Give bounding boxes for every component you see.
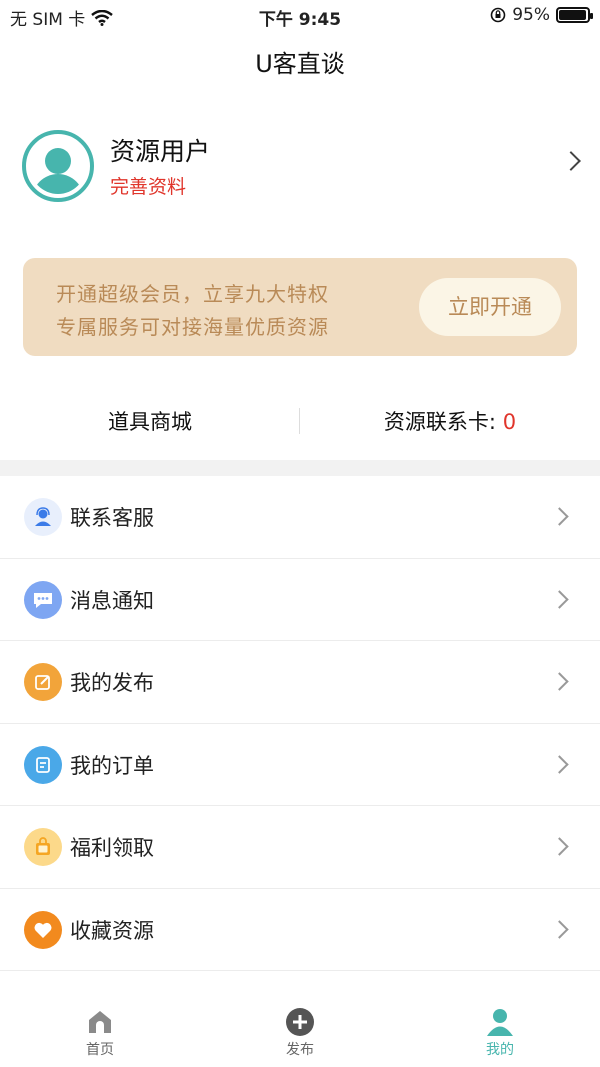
home-icon <box>89 1011 111 1033</box>
menu-item-my-orders[interactable]: 我的订单 <box>0 724 600 806</box>
chevron-right-icon <box>550 837 569 856</box>
section-gap <box>0 460 600 476</box>
battery-icon <box>556 7 593 23</box>
menu-item-label: 消息通知 <box>70 588 154 613</box>
tab-bar: 首页 发布 我的 <box>0 987 600 1067</box>
plus-icon <box>286 1008 314 1036</box>
tab-label: 我的 <box>486 1042 514 1058</box>
vip-banner[interactable]: 开通超级会员，立享九大特权 专属服务可对接海量优质资源 立即开通 <box>23 258 577 356</box>
vip-line-2: 专属服务可对接海量优质资源 <box>56 315 329 339</box>
profile-header[interactable]: 资源用户 完善资料 <box>22 128 582 204</box>
user-name: 资源用户 <box>110 137 211 166</box>
status-right: 95% <box>490 5 593 25</box>
vip-line-1: 开通超级会员，立享九大特权 <box>56 282 329 306</box>
status-bar: 无 SIM 卡 下午 9:45 95% <box>0 0 600 32</box>
chevron-right-icon <box>550 672 569 691</box>
menu-item-label: 我的发布 <box>70 671 154 695</box>
menu-list: 联系客服 消息通知 我的发布 我的订单 福利领取 收藏资源 <box>0 476 600 971</box>
chevron-right-icon <box>550 507 569 526</box>
profile-page: 无 SIM 卡 下午 9:45 95% U客直谈 资源用户 完善资料 开通超级会… <box>0 0 600 1067</box>
contact-card-count: 0 <box>502 410 517 434</box>
contact-card-link[interactable]: 资源联系卡: 0 <box>300 406 600 436</box>
tab-publish[interactable]: 发布 <box>200 1007 400 1059</box>
avatar-figure <box>30 138 86 194</box>
chevron-right-icon <box>550 754 569 774</box>
menu-item-my-posts[interactable]: 我的发布 <box>0 641 600 724</box>
tab-home[interactable]: 首页 <box>0 1007 200 1059</box>
chevron-right-icon[interactable] <box>561 151 581 171</box>
edit-icon <box>24 663 62 701</box>
tab-label: 首页 <box>86 1042 114 1058</box>
menu-item-label: 福利领取 <box>70 836 154 860</box>
rotation-lock-icon <box>490 7 506 23</box>
avatar[interactable] <box>22 130 94 202</box>
menu-item-notifications[interactable]: 消息通知 <box>0 559 600 641</box>
contact-card-label: 资源联系卡: <box>383 410 503 434</box>
order-icon <box>24 745 62 784</box>
customer-service-icon <box>24 498 62 536</box>
gift-bag-icon <box>24 828 62 866</box>
props-store-link[interactable]: 道具商城 <box>0 406 300 436</box>
menu-item-benefits[interactable]: 福利领取 <box>0 806 600 889</box>
battery-fill <box>559 10 586 20</box>
avatar-head <box>45 148 71 174</box>
chevron-right-icon <box>550 919 569 939</box>
tab-label: 发布 <box>286 1042 314 1058</box>
message-icon <box>24 580 62 619</box>
menu-item-customer-service[interactable]: 联系客服 <box>0 476 600 559</box>
menu-item-favorites[interactable]: 收藏资源 <box>0 889 600 971</box>
menu-item-label: 我的订单 <box>70 753 154 778</box>
battery-percent: 95% <box>512 5 550 25</box>
open-vip-button[interactable]: 立即开通 <box>419 278 561 336</box>
heart-icon <box>24 910 62 949</box>
tab-mine[interactable]: 我的 <box>400 1007 600 1059</box>
profile-icon <box>487 1009 513 1036</box>
shop-row: 道具商城 资源联系卡: 0 <box>0 392 600 448</box>
avatar-body <box>32 174 84 194</box>
menu-item-label: 联系客服 <box>70 506 154 530</box>
chevron-right-icon <box>550 589 569 609</box>
menu-item-label: 收藏资源 <box>70 918 154 943</box>
complete-profile-link[interactable]: 完善资料 <box>110 172 186 199</box>
page-title: U客直谈 <box>255 50 345 78</box>
